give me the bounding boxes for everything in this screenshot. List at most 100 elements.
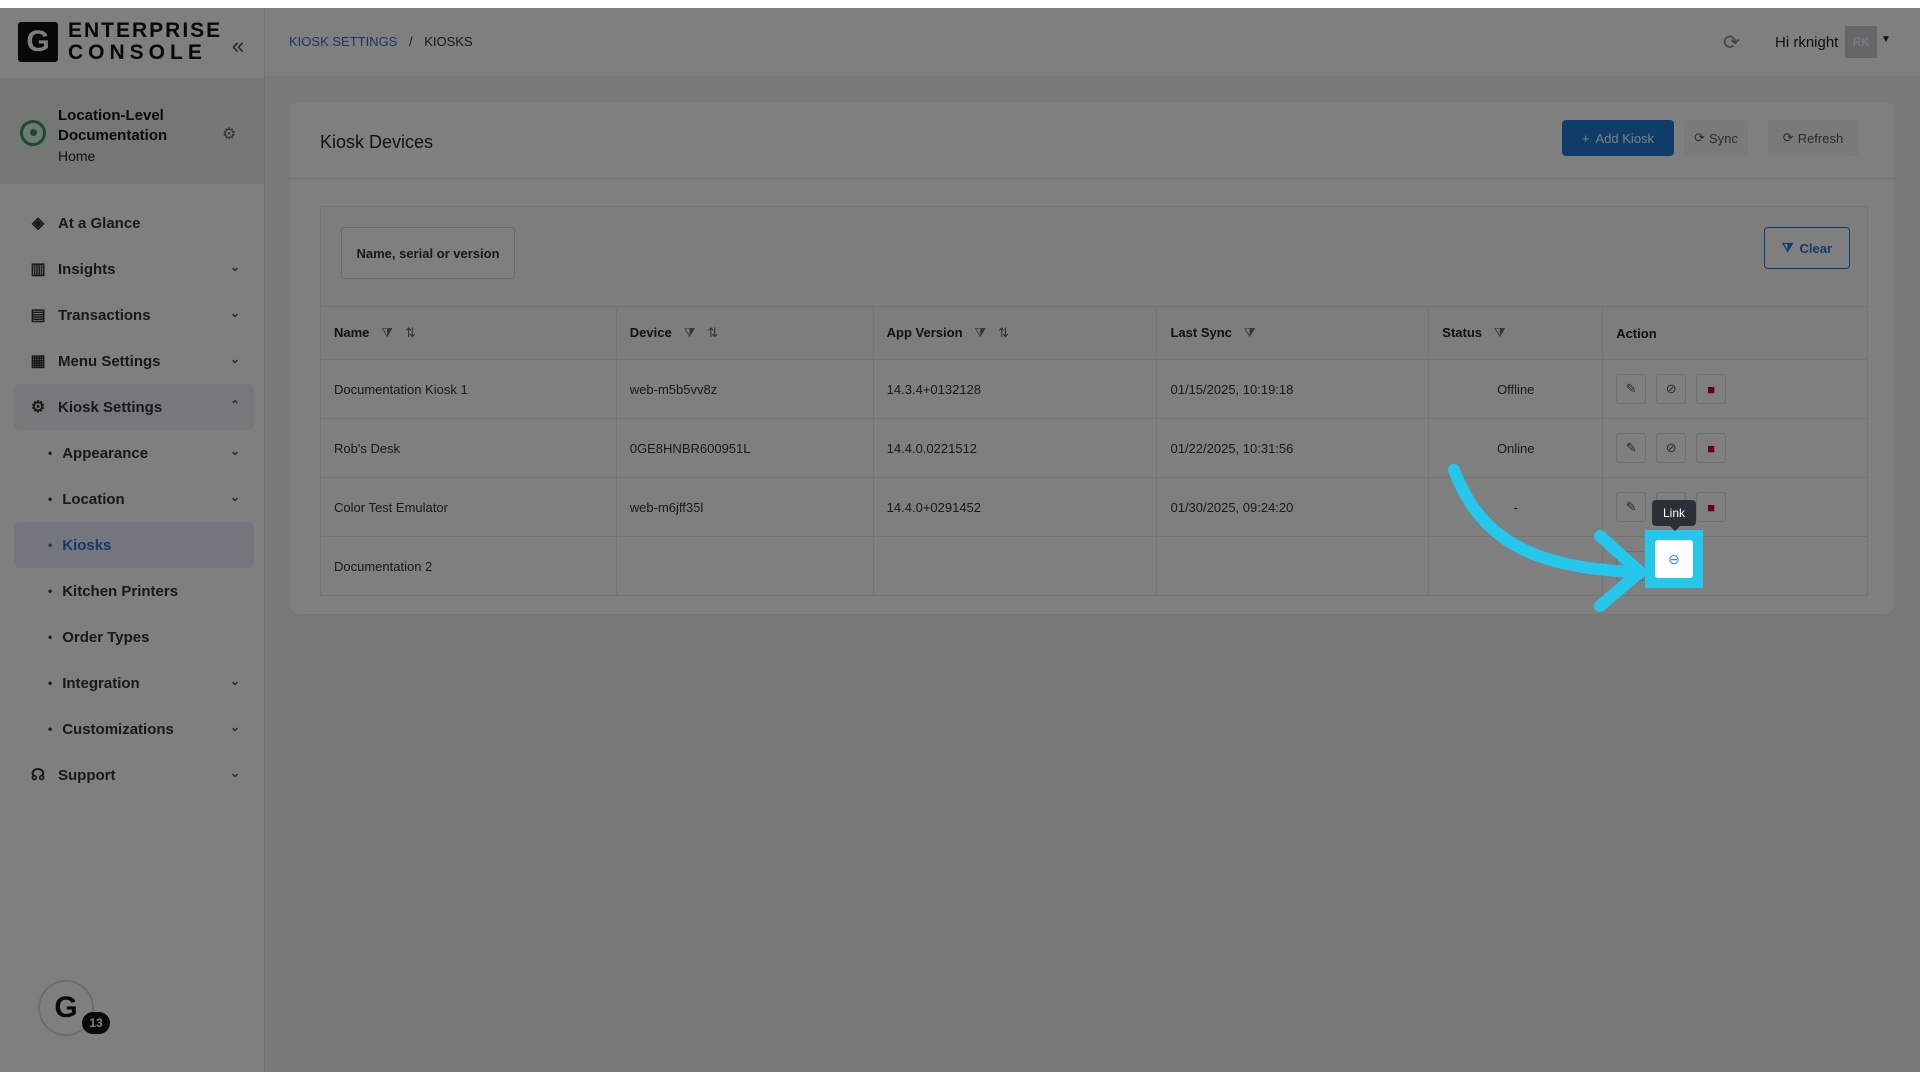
sidebar-item-menu-settings[interactable]: ▦ Menu Settings ⌄ xyxy=(14,338,254,384)
sidebar-subitem-kitchen-printers[interactable]: • Kitchen Printers xyxy=(14,568,254,614)
bullet-icon: • xyxy=(48,446,53,460)
app-frame: G ENTERPRISE CONSOLE « Location-Level Do… xyxy=(0,8,1920,1072)
breadcrumb-kiosk-settings[interactable]: KIOSK SETTINGS xyxy=(289,34,397,49)
chevron-down-icon: ⌄ xyxy=(229,306,240,320)
sync-button[interactable]: ⟳ Sync xyxy=(1684,120,1748,156)
sidebar-subitem-customizations[interactable]: • Customizations ⌄ xyxy=(14,706,254,752)
unlink-icon[interactable]: ⊘ xyxy=(1656,433,1687,463)
column-header-last-sync[interactable]: Last Sync ⧩ xyxy=(1156,306,1430,360)
add-kiosk-button[interactable]: + Add Kiosk xyxy=(1562,120,1674,156)
chevron-down-icon: ⌄ xyxy=(229,352,240,366)
headset-icon: ☊ xyxy=(30,767,46,784)
sidebar-subitem-label: Kiosks xyxy=(62,536,112,554)
gear-icon[interactable]: ⚙ xyxy=(222,124,236,144)
clear-filters-button[interactable]: ⧩ Clear xyxy=(1764,227,1850,269)
cell-name: Documentation Kiosk 1 xyxy=(320,359,617,419)
column-label: Action xyxy=(1616,325,1657,341)
sidebar-subitem-label: Kitchen Printers xyxy=(62,582,179,600)
bullet-icon: • xyxy=(48,676,53,690)
cell-device: web-m6jff35l xyxy=(615,477,874,537)
cell-name: Rob's Desk xyxy=(320,418,617,478)
pencil-icon[interactable]: ✎ xyxy=(1616,374,1647,404)
search-input[interactable]: Name, serial or version xyxy=(341,227,515,279)
sidebar-subitem-order-types[interactable]: • Order Types xyxy=(14,614,254,660)
sidebar-item-at-a-glance[interactable]: ◈ At a Glance xyxy=(14,200,254,246)
breadcrumb-separator: / xyxy=(408,34,413,49)
sort-icon[interactable]: ⇅ xyxy=(998,325,1009,340)
cell-status: Offline xyxy=(1428,359,1604,419)
filter-icon[interactable]: ⧩ xyxy=(381,325,393,340)
link-icon: ⊖ xyxy=(1668,550,1680,567)
brand-logo-icon: G xyxy=(18,22,58,62)
unlink-icon[interactable]: ⊘ xyxy=(1656,374,1687,404)
sidebar-item-support[interactable]: ☊ Support ⌄ xyxy=(14,752,254,798)
sidebar-subitem-location[interactable]: • Location ⌄ xyxy=(14,476,254,522)
topbar: KIOSK SETTINGS / KIOSKS ⟳ Hi rknight RK … xyxy=(265,8,1920,76)
sidebar-item-kiosk-settings[interactable]: ⚙ Kiosk Settings ⌃ xyxy=(14,384,254,430)
refresh-button[interactable]: ⟳ Refresh xyxy=(1768,120,1858,156)
cell-last-sync: 01/22/2025, 10:31:56 xyxy=(1156,418,1430,478)
cell-name: Documentation 2 xyxy=(320,536,617,596)
cell-version: 14.3.4+0132128 xyxy=(872,359,1158,419)
refresh-label: Refresh xyxy=(1797,130,1844,146)
location-subtitle: Home xyxy=(58,148,96,164)
sync-icon: ⟳ xyxy=(1694,130,1705,145)
chart-icon: ▥ xyxy=(30,261,46,278)
column-label: Device xyxy=(629,325,672,340)
clear-label: Clear xyxy=(1799,240,1833,256)
layers-icon: ◈ xyxy=(31,215,45,232)
cell-version: 14.4.0+0291452 xyxy=(872,477,1158,537)
bullet-icon: • xyxy=(48,722,53,736)
bullet-icon: • xyxy=(48,630,53,644)
sidebar-item-insights[interactable]: ▥ Insights ⌄ xyxy=(14,246,254,292)
column-header-action: Action xyxy=(1602,306,1868,360)
sort-icon[interactable]: ⇅ xyxy=(707,325,718,340)
cell-device: 0GE8HNBR600951L xyxy=(615,418,874,478)
sort-icon[interactable]: ⇅ xyxy=(405,325,416,340)
table-row: Documentation Kiosk 1 web-m5b5vv8z 14.3.… xyxy=(320,359,1868,419)
sidebar-subitem-integration[interactable]: • Integration ⌄ xyxy=(14,660,254,706)
pointer-arrow xyxy=(1448,464,1646,612)
sidebar-subitem-label: Appearance xyxy=(62,444,149,462)
avatar[interactable]: RK xyxy=(1845,26,1877,58)
column-header-status[interactable]: Status ⧩ xyxy=(1428,306,1604,360)
trash-icon[interactable]: ■ xyxy=(1696,433,1727,463)
sidebar-subitem-kiosks[interactable]: • Kiosks xyxy=(14,522,254,568)
filter-icon[interactable]: ⧩ xyxy=(1494,325,1506,340)
collapse-sidebar-icon[interactable]: « xyxy=(226,34,250,58)
column-header-device[interactable]: Device ⧩ ⇅ xyxy=(615,306,874,360)
bullet-icon: • xyxy=(48,584,53,598)
sidebar-item-transactions[interactable]: ▤ Transactions ⌄ xyxy=(14,292,254,338)
sidebar-subitem-appearance[interactable]: • Appearance ⌄ xyxy=(14,430,254,476)
sidebar-subitem-label: Location xyxy=(62,490,125,508)
notification-badge: 13 xyxy=(82,1012,110,1034)
refresh-icon: ⟳ xyxy=(1782,130,1794,145)
brand[interactable]: G ENTERPRISE CONSOLE xyxy=(18,20,222,64)
brand-line1: ENTERPRISE xyxy=(68,19,223,42)
caret-down-icon[interactable]: ▼ xyxy=(1881,34,1891,45)
column-header-app-version[interactable]: App Version ⧩ ⇅ xyxy=(872,306,1158,360)
sidebar-item-label: Support xyxy=(58,766,116,784)
trash-icon[interactable]: ■ xyxy=(1696,374,1727,404)
bullet-icon: • xyxy=(48,538,53,552)
column-header-name[interactable]: Name ⧩ ⇅ xyxy=(320,306,617,360)
filter-icon[interactable]: ⧩ xyxy=(1244,325,1256,340)
menu-icon: ▦ xyxy=(30,353,46,370)
cell-version: 14.4.0.0221512 xyxy=(872,418,1158,478)
location-selector[interactable]: Location-Level Documentation Home ⚙ xyxy=(0,78,264,184)
sync-status-icon[interactable]: ⟳ xyxy=(1723,30,1740,55)
chevron-down-icon: ⌄ xyxy=(229,766,240,780)
location-pin-icon xyxy=(20,120,46,146)
card-divider xyxy=(290,178,1894,179)
sidebar-subitem-label: Customizations xyxy=(62,720,174,738)
link-button-highlighted[interactable]: ⊖ xyxy=(1655,540,1693,578)
column-label: Name xyxy=(334,325,370,340)
location-title: Location-Level Documentation xyxy=(58,107,168,144)
sidebar-subitem-label: Order Types xyxy=(62,628,150,646)
filter-icon[interactable]: ⧩ xyxy=(975,325,987,340)
filter-icon[interactable]: ⧩ xyxy=(684,325,696,340)
user-greeting[interactable]: Hi rknight xyxy=(1775,34,1838,51)
filter-icon: ⧩ xyxy=(1781,240,1794,255)
trash-icon[interactable]: ■ xyxy=(1696,492,1727,522)
sidebar-subitem-label: Integration xyxy=(62,674,140,692)
